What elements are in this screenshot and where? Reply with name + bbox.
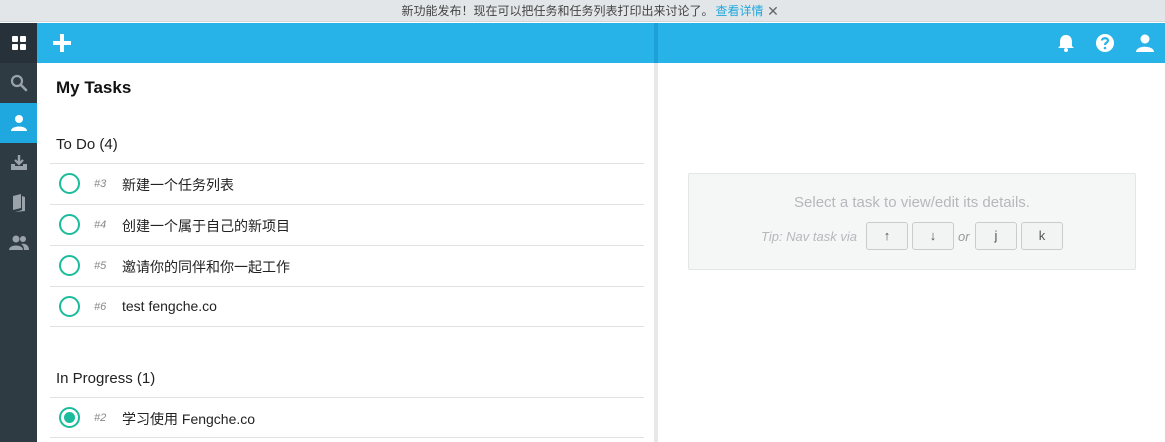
task-checkbox[interactable] bbox=[59, 214, 80, 235]
sidebar-item-team[interactable] bbox=[0, 223, 37, 263]
task-checkbox[interactable] bbox=[59, 296, 80, 317]
inbox-download-icon bbox=[10, 155, 27, 170]
in-progress-task-list: #2 学习使用 Fengche.co bbox=[50, 397, 644, 438]
help-icon[interactable] bbox=[1095, 33, 1115, 53]
task-detail-placeholder: Select a task to view/edit its details. … bbox=[688, 173, 1136, 270]
user-icon[interactable] bbox=[1135, 33, 1155, 53]
sidebar-item-apps[interactable] bbox=[0, 23, 37, 63]
key-up-button[interactable]: ↑ bbox=[866, 222, 908, 250]
group-title-in-progress: In Progress (1) bbox=[56, 370, 156, 387]
task-row[interactable]: #6 test fengche.co bbox=[50, 286, 644, 327]
detail-or: or bbox=[958, 229, 970, 244]
top-bar bbox=[37, 23, 1165, 63]
task-number: #4 bbox=[94, 219, 107, 231]
announcement-banner: 新功能发布！现在可以把任务和任务列表打印出来讨论了。 查看详情 ✕ bbox=[0, 0, 1165, 22]
key-down-button[interactable]: ↓ bbox=[912, 222, 954, 250]
sidebar bbox=[0, 23, 37, 442]
banner-text: 新功能发布！现在可以把任务和任务列表打印出来讨论了。 bbox=[401, 4, 714, 18]
task-title[interactable]: 邀请你的同伴和你一起工作 bbox=[122, 257, 290, 277]
task-checkbox[interactable] bbox=[59, 173, 80, 194]
key-k-button[interactable]: k bbox=[1021, 222, 1063, 250]
plus-icon[interactable] bbox=[51, 32, 73, 54]
sidebar-item-projects[interactable] bbox=[0, 183, 37, 223]
person-icon bbox=[10, 115, 27, 131]
task-number: #2 bbox=[94, 412, 107, 424]
sidebar-item-inbox[interactable] bbox=[0, 143, 37, 183]
task-number: #5 bbox=[94, 260, 107, 272]
topbar-divider bbox=[654, 23, 658, 63]
task-list-pane: My Tasks To Do (4) #3 新建一个任务列表 #4 创建一个属于… bbox=[37, 63, 655, 442]
team-icon bbox=[8, 235, 29, 250]
pane-divider[interactable] bbox=[654, 63, 658, 442]
banner-details-link[interactable]: 查看详情 bbox=[716, 4, 764, 18]
task-number: #6 bbox=[94, 301, 107, 313]
task-checkbox[interactable] bbox=[59, 255, 80, 276]
sidebar-item-my-tasks[interactable] bbox=[0, 103, 37, 143]
books-icon bbox=[12, 194, 25, 212]
task-row[interactable]: #3 新建一个任务列表 bbox=[50, 163, 644, 204]
apps-grid-icon bbox=[11, 36, 26, 50]
detail-message: Select a task to view/edit its details. bbox=[794, 194, 1030, 211]
sidebar-item-search[interactable] bbox=[0, 63, 37, 103]
banner-close-button[interactable]: ✕ bbox=[764, 0, 782, 22]
page-title: My Tasks bbox=[56, 78, 132, 97]
todo-task-list: #3 新建一个任务列表 #4 创建一个属于自己的新项目 #5 邀请你的同伴和你一… bbox=[50, 163, 644, 327]
task-row[interactable]: #4 创建一个属于自己的新项目 bbox=[50, 204, 644, 245]
task-checkbox-in-progress[interactable] bbox=[59, 407, 80, 428]
task-title[interactable]: test fengche.co bbox=[122, 298, 217, 314]
task-number: #3 bbox=[94, 178, 107, 190]
task-title[interactable]: 学习使用 Fengche.co bbox=[122, 409, 255, 429]
task-row[interactable]: #2 学习使用 Fengche.co bbox=[50, 397, 644, 438]
task-title[interactable]: 创建一个属于自己的新项目 bbox=[122, 216, 290, 236]
task-title[interactable]: 新建一个任务列表 bbox=[122, 175, 234, 195]
key-j-button[interactable]: j bbox=[975, 222, 1017, 250]
search-icon bbox=[10, 74, 27, 92]
task-row[interactable]: #5 邀请你的同伴和你一起工作 bbox=[50, 245, 644, 286]
group-title-todo: To Do (4) bbox=[56, 136, 118, 153]
detail-tip: Tip: Nav task via bbox=[761, 229, 857, 244]
bell-icon[interactable] bbox=[1056, 33, 1076, 53]
